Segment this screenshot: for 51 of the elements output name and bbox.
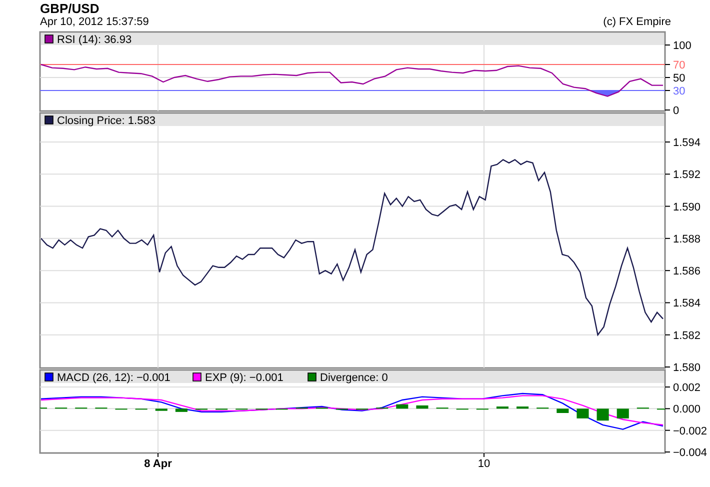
axis-label: 30	[673, 86, 686, 98]
legend-label: RSI (14): 36.93	[57, 34, 132, 46]
tick-mark	[664, 90, 670, 91]
tick-mark	[664, 366, 670, 368]
axis-label: 1.580	[673, 362, 701, 374]
timestamp: Apr 10, 2012 15:37:59	[40, 16, 149, 30]
axis-label: 8 Apr	[144, 458, 172, 470]
axis-label: 0.002	[673, 382, 701, 394]
axis-label: 1.582	[673, 330, 701, 342]
tick-mark	[664, 408, 670, 410]
axis-label: 70	[673, 60, 686, 72]
axis-label: 100	[673, 40, 692, 52]
axis-label: 1.594	[673, 137, 701, 149]
histogram-bar	[596, 408, 609, 421]
axis-label: 1.584	[673, 298, 701, 310]
axis-label: 0.000	[673, 404, 701, 416]
tick-mark	[664, 238, 670, 239]
histogram-bar	[496, 406, 508, 409]
tick-mark	[664, 174, 670, 175]
axis-label: 50	[673, 72, 686, 84]
tick-mark	[664, 334, 670, 336]
axis-label: −0.004	[673, 447, 707, 459]
histogram-bar	[616, 408, 629, 418]
tick-mark	[664, 270, 670, 272]
tick-mark	[664, 77, 670, 78]
tick-mark	[664, 206, 670, 207]
tick-mark	[664, 386, 670, 388]
legend-label: MACD (26, 12): −0.001	[57, 372, 170, 384]
legend-label: Closing Price: 1.583	[57, 115, 156, 127]
histogram-bar	[155, 408, 168, 411]
histogram-bar	[516, 406, 529, 409]
tick-mark	[664, 44, 670, 46]
histogram-bar	[396, 404, 408, 409]
axis-label: 1.588	[673, 233, 701, 246]
legend-label: Divergence: 0	[320, 372, 388, 384]
tick-mark	[664, 64, 670, 65]
histogram-bar	[416, 405, 428, 409]
histogram-bar	[175, 408, 188, 412]
axis-label: 10	[478, 458, 490, 470]
chart-title: GBP/USD	[39, 0, 100, 16]
axis-label: −0.002	[673, 425, 707, 438]
axis-label: 0	[673, 105, 680, 117]
axis-label: 1.592	[673, 169, 701, 182]
tick-mark	[664, 430, 670, 431]
tick-mark	[664, 302, 670, 304]
copyright-text: (c) FX Empire	[603, 16, 671, 30]
histogram-bar	[576, 408, 589, 418]
histogram-bar	[556, 408, 569, 413]
axis-label: 1.590	[673, 201, 701, 214]
axis-label: 1.586	[673, 266, 701, 278]
legend-label: EXP (9): −0.001	[205, 372, 284, 384]
